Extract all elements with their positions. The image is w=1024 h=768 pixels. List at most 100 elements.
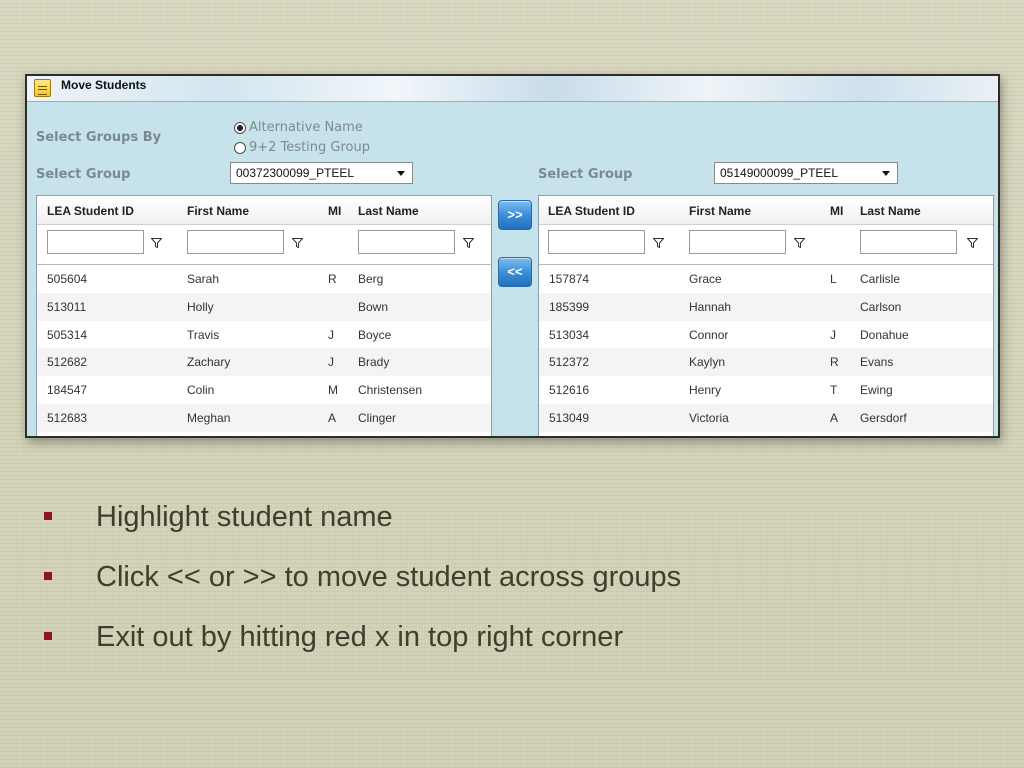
left-grid-header: LEA Student ID First Name MI Last Name (37, 196, 491, 225)
filter-input-last-name[interactable] (860, 230, 957, 254)
chevron-down-icon (882, 171, 890, 176)
radio-testing-group-button[interactable] (234, 141, 246, 154)
cell-first-name: Colin (187, 383, 215, 398)
left-select-group-label: Select Group (36, 167, 131, 182)
cell-first-name: Grace (689, 272, 722, 286)
cell-last-name: Bown (358, 299, 389, 314)
cell-last-name: Donahue (860, 327, 909, 342)
filter-input-lea-id[interactable] (548, 230, 645, 254)
cell-mi: A (830, 410, 839, 425)
radio-alternative-name-button[interactable] (234, 121, 246, 134)
cell-last-name: Christensen (358, 383, 423, 398)
cell-last-name: Boyce (358, 327, 392, 342)
instruction-item: Click << or >> to move student across gr… (44, 557, 681, 617)
cell-lea-id: 512616 (549, 383, 590, 398)
cell-mi: L (830, 272, 837, 286)
filter-input-lea-id[interactable] (47, 230, 144, 254)
table-row[interactable]: 505604 Sarah R Berg (37, 265, 491, 293)
table-row[interactable]: 185399 Hannah Carlson (539, 292, 993, 321)
left-group-select[interactable]: 00372300099_PTEEL (230, 162, 413, 184)
cell-mi: R (328, 272, 337, 286)
filter-icon[interactable] (292, 238, 303, 248)
table-row[interactable]: 512683 Meghan A Clinger (37, 403, 491, 432)
cell-mi: A (328, 410, 337, 425)
move-right-button[interactable]: >> (498, 200, 532, 230)
cell-lea-id: 185399 (549, 299, 590, 314)
cell-first-name: Travis (187, 327, 220, 342)
cell-mi: J (328, 327, 334, 342)
cell-lea-id: 512372 (549, 355, 590, 370)
cell-lea-id: 513034 (549, 327, 590, 342)
cell-first-name: Zachary (187, 355, 231, 370)
cell-first-name: Meghan (187, 410, 231, 425)
table-row[interactable]: 512616 Henry T Ewing (539, 376, 993, 404)
cell-lea-id: 512682 (47, 355, 88, 370)
cell-first-name: Henry (689, 383, 722, 398)
radio-alternative-name[interactable]: Alternative Name (234, 120, 363, 135)
cell-first-name: Holly (187, 299, 214, 314)
move-left-button[interactable]: << (498, 257, 532, 287)
radio-testing-group-label: 9+2 Testing Group (249, 140, 370, 155)
right-grid-header: LEA Student ID First Name MI Last Name (539, 196, 993, 225)
cell-last-name: Ewing (860, 383, 893, 398)
cell-lea-id: 512683 (47, 410, 88, 425)
filter-input-last-name[interactable] (358, 230, 455, 254)
cell-mi: T (830, 383, 838, 398)
instruction-text: Click << or >> to move student across gr… (96, 561, 682, 593)
left-student-grid: LEA Student ID First Name MI Last Name 5… (36, 195, 492, 436)
window-titlebar: Move Students (27, 76, 998, 102)
column-header-first-name[interactable]: First Name (689, 204, 751, 218)
right-group-select[interactable]: 05149000099_PTEEL (714, 162, 898, 184)
cell-mi: J (328, 355, 334, 370)
bullet-square-icon (44, 632, 52, 640)
cell-lea-id: 513049 (549, 410, 590, 425)
right-select-group-label: Select Group (538, 167, 633, 182)
cell-first-name: Connor (689, 327, 729, 342)
table-row[interactable]: 513034 Connor J Donahue (539, 321, 993, 349)
window-title: Move Students (61, 78, 147, 92)
cell-last-name: Carlisle (860, 272, 901, 286)
column-header-lea-id[interactable]: LEA Student ID (548, 204, 635, 218)
cell-lea-id: 505314 (47, 327, 88, 342)
cell-mi: J (830, 327, 836, 342)
column-header-mi[interactable]: MI (830, 204, 843, 218)
cell-mi: R (830, 355, 839, 370)
instruction-text: Exit out by hitting red x in top right c… (96, 621, 624, 653)
document-icon (34, 79, 51, 97)
radio-testing-group[interactable]: 9+2 Testing Group (234, 140, 370, 155)
table-row[interactable]: 184547 Colin M Christensen (37, 376, 491, 404)
table-row[interactable]: 513049 Victoria A Gersdorf (539, 403, 993, 432)
table-row[interactable]: 512682 Zachary J Brady (37, 348, 491, 377)
instruction-list: Highlight student name Click << or >> to… (44, 497, 681, 677)
cell-last-name: Berg (358, 272, 384, 286)
filter-icon[interactable] (794, 238, 805, 248)
cell-first-name: Hannah (689, 299, 732, 314)
right-grid-rows: 157874 Grace L Carlisle 185399 Hannah Carlson 5… (539, 265, 993, 432)
column-header-last-name[interactable]: Last Name (358, 204, 419, 218)
table-row[interactable]: 505314 Travis J Boyce (37, 321, 491, 349)
left-grid-rows: 505604 Sarah R Berg 513011 Holly Bown 505314 Tra… (37, 265, 491, 432)
right-group-select-value: 05149000099_PTEEL (720, 166, 839, 180)
table-row[interactable]: 512372 Kaylyn R Evans (539, 348, 993, 377)
instruction-item: Exit out by hitting red x in top right c… (44, 617, 681, 677)
filter-input-first-name[interactable] (689, 230, 786, 254)
table-row[interactable]: 513011 Holly Bown (37, 292, 491, 321)
instruction-item: Highlight student name (44, 497, 681, 557)
left-group-select-value: 00372300099_PTEEL (236, 166, 355, 180)
chevron-down-icon (397, 171, 405, 176)
instruction-text: Highlight student name (96, 501, 393, 533)
column-header-last-name[interactable]: Last Name (860, 204, 921, 218)
filter-icon[interactable] (151, 238, 162, 248)
column-header-mi[interactable]: MI (328, 204, 341, 218)
table-row[interactable]: 157874 Grace L Carlisle (539, 265, 993, 293)
bullet-square-icon (44, 512, 52, 520)
column-header-lea-id[interactable]: LEA Student ID (47, 204, 134, 218)
cell-last-name: Evans (860, 355, 894, 370)
filter-input-first-name[interactable] (187, 230, 284, 254)
cell-lea-id: 157874 (549, 272, 590, 286)
filter-icon[interactable] (967, 238, 978, 248)
column-header-first-name[interactable]: First Name (187, 204, 249, 218)
filter-icon[interactable] (463, 238, 474, 248)
filter-icon[interactable] (653, 238, 664, 248)
cell-last-name: Gersdorf (860, 410, 907, 425)
